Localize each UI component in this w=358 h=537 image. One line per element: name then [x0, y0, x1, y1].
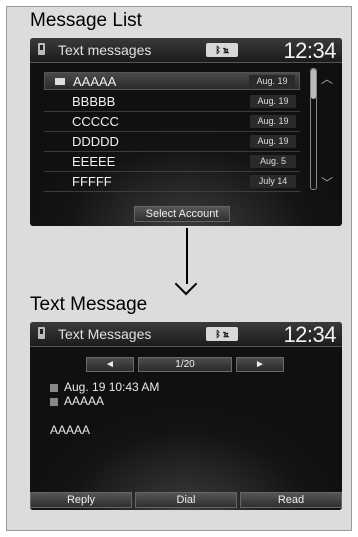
message-sender: DDDDD [72, 134, 119, 149]
phone-icon [38, 43, 45, 55]
dial-button[interactable]: Dial [135, 492, 237, 508]
message-list-title: Message List [30, 10, 142, 31]
screen-header: Text Messages ᛒ ℡ 12:34 [30, 322, 342, 347]
message-sender: FFFFF [72, 174, 112, 189]
message-sender: CCCCC [72, 114, 119, 129]
message-sender: AAAAA [73, 74, 117, 89]
message-date: July 14 [250, 175, 296, 188]
message-date: Aug. 19 [249, 75, 295, 88]
message-date: Aug. 19 [250, 115, 296, 128]
clock: 12:34 [283, 38, 336, 63]
bluetooth-status-badge: ᛒ ℡ [206, 327, 238, 341]
clock: 12:34 [283, 322, 336, 347]
list-item[interactable]: DDDDD Aug. 19 [44, 133, 300, 152]
scroll-thumb[interactable] [311, 69, 316, 99]
next-message-button[interactable]: ► [236, 357, 284, 372]
list-item[interactable]: AAAAA Aug. 19 [44, 72, 300, 90]
previous-message-button[interactable]: ◄ [86, 357, 134, 372]
message-date: Aug. 19 [250, 95, 296, 108]
scrollbar[interactable] [310, 68, 317, 190]
envelope-icon [55, 78, 65, 85]
read-button[interactable]: Read [240, 492, 342, 508]
header-title: Text Messages [58, 326, 152, 342]
page-indicator: 1/20 [138, 357, 232, 372]
chevron-down-icon[interactable]: ﹀ [321, 174, 333, 191]
phone-icon [38, 327, 45, 339]
select-account-button[interactable]: Select Account [134, 206, 230, 222]
chevron-up-icon[interactable]: ︿ [321, 70, 333, 87]
message-date: Aug. 19 [250, 135, 296, 148]
reply-button[interactable]: Reply [30, 492, 132, 508]
message-datetime-line: Aug. 19 10:43 AM [50, 380, 159, 394]
bluetooth-status-badge: ᛒ ℡ [206, 43, 238, 57]
list-item[interactable]: CCCCC Aug. 19 [44, 113, 300, 132]
message-sender: EEEEE [72, 154, 116, 169]
clock-icon [50, 383, 58, 392]
message-datetime: Aug. 19 10:43 AM [64, 380, 160, 394]
list-item[interactable]: FFFFF July 14 [44, 173, 300, 192]
screen-header: Text messages ᛒ ℡ 12:34 [30, 38, 342, 63]
list-item[interactable]: BBBBB Aug. 19 [44, 93, 300, 112]
message-body: AAAAA [50, 423, 91, 437]
message-list-screen: Text messages ᛒ ℡ 12:34 AAAAA Aug. 19 BB… [30, 38, 342, 226]
text-message-screen: Text Messages ᛒ ℡ 12:34 ◄ 1/20 ► Aug. 19… [30, 322, 342, 510]
header-title: Text messages [58, 42, 152, 58]
message-sender: BBBBB [72, 94, 116, 109]
contact-icon [50, 397, 58, 406]
message-sender-line: AAAAA [50, 394, 104, 408]
list-item[interactable]: EEEEE Aug. 5 [44, 153, 300, 172]
message-sender: AAAAA [64, 394, 105, 408]
message-date: Aug. 5 [250, 155, 296, 168]
text-message-title: Text Message [30, 294, 148, 315]
